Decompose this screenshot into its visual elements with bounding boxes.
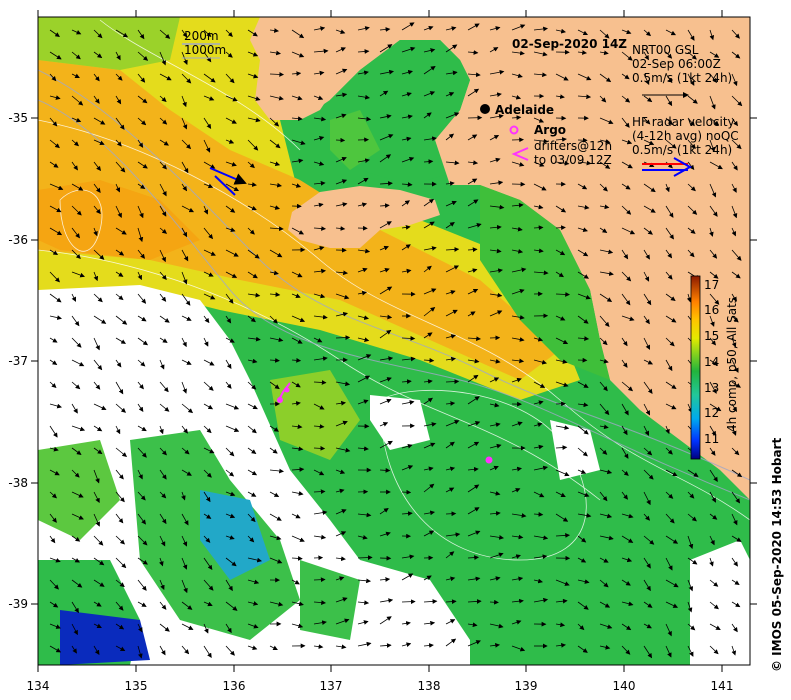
colorbar: 11 12 13 14 15 16 17 4h comp, p50, All S… (690, 275, 739, 460)
svg-text:138: 138 (418, 679, 441, 693)
svg-text:0.5m/s (1kt 24h): 0.5m/s (1kt 24h) (632, 143, 732, 157)
svg-text:137: 137 (320, 679, 343, 693)
svg-text:16: 16 (704, 303, 719, 317)
svg-text:HF radar velocity: HF radar velocity (632, 115, 735, 129)
velocity-arrow (313, 577, 326, 583)
sst-map: 134 135 136 137 138 139 140 141 -35 -36 … (8, 10, 757, 693)
svg-text:15: 15 (704, 329, 719, 343)
svg-text:134: 134 (27, 679, 50, 693)
svg-text:-38: -38 (8, 476, 28, 490)
velocity-arrow (335, 137, 346, 143)
svg-text:-37: -37 (8, 354, 28, 368)
svg-text:200m: 200m (184, 29, 219, 43)
argo-float (485, 456, 493, 464)
credit-text: © IMOS 05-Sep-2020 14:53 Hobart (770, 437, 784, 672)
svg-text:Argo: Argo (534, 123, 566, 137)
svg-text:02-Sep 06:00Z: 02-Sep 06:00Z (632, 57, 721, 71)
svg-text:11: 11 (704, 432, 719, 446)
svg-text:140: 140 (613, 679, 636, 693)
velocity-arrow (489, 599, 499, 605)
svg-text:1000m: 1000m (184, 43, 226, 57)
svg-text:to 03/09 12Z: to 03/09 12Z (534, 153, 612, 167)
svg-text:136: 136 (223, 679, 246, 693)
svg-text:139: 139 (515, 679, 538, 693)
svg-text:17: 17 (704, 278, 719, 292)
velocity-arrow (401, 599, 416, 605)
velocity-arrow (445, 511, 457, 517)
svg-text:-39: -39 (8, 597, 28, 611)
svg-text:135: 135 (125, 679, 148, 693)
svg-text:12: 12 (704, 406, 719, 420)
velocity-arrow (401, 489, 412, 495)
svg-text:Adelaide: Adelaide (495, 103, 554, 117)
map-title: 02-Sep-2020 14Z (512, 37, 627, 51)
svg-text:14: 14 (704, 355, 719, 369)
svg-text:NRT00 GSL: NRT00 GSL (632, 43, 699, 57)
colorbar-label: 4h comp, p50, All Sats (725, 297, 739, 432)
svg-text:(4-12h avg) noQC: (4-12h avg) noQC (632, 129, 739, 143)
svg-text:-35: -35 (8, 111, 28, 125)
svg-text:141: 141 (711, 679, 734, 693)
svg-text:-36: -36 (8, 233, 28, 247)
svg-text:0.5m/s (1kt 24h): 0.5m/s (1kt 24h) (632, 71, 732, 85)
svg-text:13: 13 (704, 381, 719, 395)
svg-text:drifters@12h: drifters@12h (534, 139, 612, 153)
